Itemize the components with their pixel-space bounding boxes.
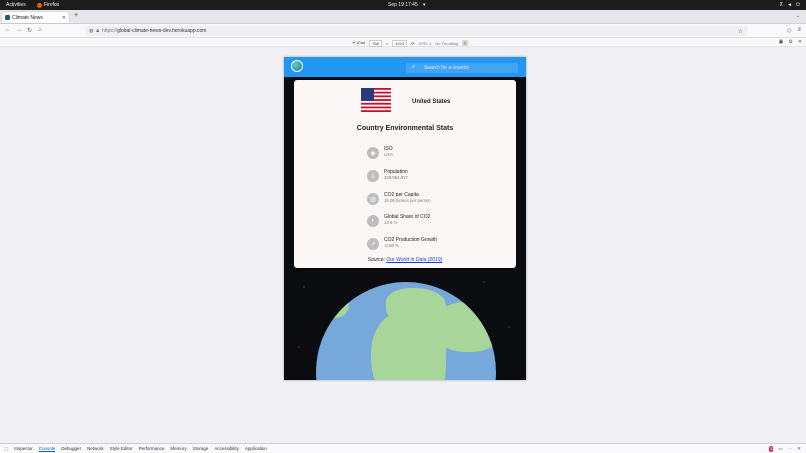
device-selector[interactable]: ⦿ iPad <box>352 40 365 46</box>
power-icon: ⏻ <box>796 2 800 8</box>
notification-icon: ▾ <box>423 2 426 8</box>
viewport-height-input[interactable]: 1024 <box>392 39 408 47</box>
stat-item-co2-per-capita: ▥ CO2 per Capita 16.06 tonnes per person <box>367 192 431 205</box>
stat-item-population: ♙ Population 329,064,917 <box>367 169 408 182</box>
trending-icon: ↗ <box>367 238 379 250</box>
responsive-mode-icon[interactable]: ▭ <box>778 446 782 452</box>
source-label: Source: <box>367 257 385 263</box>
close-tab-icon[interactable]: ✕ <box>62 15 66 21</box>
tab-console[interactable]: Console <box>38 446 56 452</box>
rdm-controls: ⦿ iPad 768 × 1024 ⟳ DPR: 1 No Throttling… <box>352 39 469 47</box>
favicon-icon <box>5 15 10 20</box>
viewport-width-input[interactable]: 768 <box>369 39 382 47</box>
settings-gear-icon[interactable]: ⚙ <box>788 39 792 45</box>
navigation-bar: ← → ↻ ⌂ ◍ 🔒︎ https://global-climate-news… <box>0 24 806 38</box>
browser-tab[interactable]: Climate News ✕ <box>2 12 69 23</box>
search-icon: ⌕ <box>412 64 416 70</box>
rotate-icon[interactable]: ⟳ <box>411 41 414 46</box>
volume-icon: ◄ <box>787 2 793 8</box>
stat-value: 14.5 % <box>384 220 398 225</box>
us-flag-icon <box>361 88 391 112</box>
country-stats-card: United States Country Environmental Stat… <box>294 80 516 268</box>
menu-icon[interactable]: ≡ <box>797 27 801 34</box>
climate-logo-icon[interactable] <box>291 60 303 72</box>
error-count-badge[interactable]: 1 <box>768 446 774 452</box>
tab-list-chevron-icon[interactable]: ⌄ <box>796 13 800 19</box>
forward-arrow-icon[interactable]: → <box>16 27 22 33</box>
screenshot-icon[interactable]: ▣ <box>779 39 784 45</box>
tab-storage[interactable]: Storage <box>193 446 209 452</box>
source-citation: Source: Our World in Data (2019) <box>294 257 516 263</box>
url-bar[interactable]: ◍ 🔒︎ https://global-climate-news-dev.her… <box>85 26 748 36</box>
globe-icon: ◐ <box>367 215 379 227</box>
firefox-icon <box>37 2 42 8</box>
fingerprint-icon: ◉ <box>367 147 379 159</box>
tab-memory[interactable]: Memory <box>170 446 186 452</box>
page-viewport: ⌕ Search for a country United States Cou… <box>284 57 526 380</box>
stat-value: USA <box>384 152 393 157</box>
lock-icon[interactable]: 🔒︎ <box>96 28 99 34</box>
land-asia <box>436 302 496 352</box>
element-picker-icon[interactable]: ⬚ <box>4 446 8 452</box>
country-search-input[interactable]: ⌕ Search for a country <box>406 63 518 73</box>
reload-icon[interactable]: ↻ <box>27 27 32 34</box>
stats-title: Country Environmental Stats <box>356 125 454 132</box>
bookmark-star-icon[interactable]: ☆ <box>738 28 743 35</box>
new-tab-button[interactable]: + <box>74 12 78 19</box>
source-link[interactable]: Our World in Data (2019) <box>386 257 442 263</box>
devtools-toolbar: ⬚ Inspector Console Debugger Network Sty… <box>0 443 806 453</box>
toolbar-right: ◇ ≡ <box>787 27 801 34</box>
stat-item-iso: ◉ ISO USA <box>367 146 393 159</box>
device-icon: ⦿ <box>352 40 356 45</box>
app-menu[interactable]: Firefox <box>37 2 59 8</box>
tab-inspector[interactable]: Inspector <box>14 446 33 452</box>
country-name: United States <box>412 99 451 105</box>
close-devtools-icon[interactable]: ✕ <box>797 446 801 452</box>
system-tray[interactable]: ⊼ ◄ ⏻ <box>779 2 800 8</box>
back-arrow-icon[interactable]: ← <box>5 27 11 33</box>
rdm-right-controls: ▣ ⚙ ✕ <box>779 39 802 45</box>
shield-icon[interactable]: ◍ <box>89 28 93 34</box>
url-text: https://global-climate-news-dev.herokuap… <box>102 28 207 34</box>
tab-application[interactable]: Application <box>245 446 267 452</box>
app-name: Firefox <box>44 2 60 8</box>
dpr-selector[interactable]: DPR: 1 <box>418 41 431 46</box>
stat-value: -2.58 % <box>384 243 399 248</box>
devtools-tabs: ⬚ Inspector Console Debugger Network Sty… <box>4 446 267 452</box>
tab-network[interactable]: Network <box>87 446 104 452</box>
search-placeholder: Search for a country <box>424 65 470 71</box>
close-rdm-icon[interactable]: ✕ <box>798 39 802 45</box>
network-icon: ⊼ <box>779 2 784 8</box>
factory-icon: ▥ <box>367 193 379 205</box>
tab-debugger[interactable]: Debugger <box>61 446 81 452</box>
tab-performance[interactable]: Performance <box>139 446 165 452</box>
tab-accessibility[interactable]: Accessibility <box>214 446 239 452</box>
highlight-region <box>332 300 338 310</box>
responsive-design-toolbar: ⦿ iPad 768 × 1024 ⟳ DPR: 1 No Throttling… <box>0 38 806 47</box>
stat-item-co2-growth: ↗ CO2 Production Growth -2.58 % <box>367 237 437 250</box>
home-icon[interactable]: ⌂ <box>38 27 42 33</box>
pocket-icon[interactable]: ◇ <box>787 27 792 34</box>
more-options-icon[interactable]: ⋯ <box>788 446 793 452</box>
tab-title: Climate News <box>12 14 43 21</box>
devtools-right: 1 ▭ ⋯ ✕ <box>768 446 801 452</box>
stat-item-global-share: ◐ Global Share of CO2 14.5 % <box>367 214 430 227</box>
stat-value: 329,064,917 <box>384 175 408 180</box>
system-top-bar: Activities Firefox Sep 19 17:45 ▾ ⊼ ◄ ⏻ <box>0 0 806 10</box>
tab-style-editor[interactable]: Style Editor <box>110 446 133 452</box>
dimension-separator: × <box>385 40 389 46</box>
throttling-selector[interactable]: No Throttling <box>435 41 458 46</box>
stat-value: 16.06 tonnes per person <box>384 198 431 203</box>
tab-strip: Climate News ✕ + ⌄ <box>0 10 806 24</box>
touch-simulation-icon[interactable]: ☝ <box>462 40 469 46</box>
land-africa <box>371 312 446 380</box>
app-header: ⌕ Search for a country <box>284 57 526 77</box>
person-icon: ♙ <box>367 170 379 182</box>
clock[interactable]: Sep 19 17:45 <box>388 2 418 8</box>
activities-button[interactable]: Activities <box>6 2 26 8</box>
